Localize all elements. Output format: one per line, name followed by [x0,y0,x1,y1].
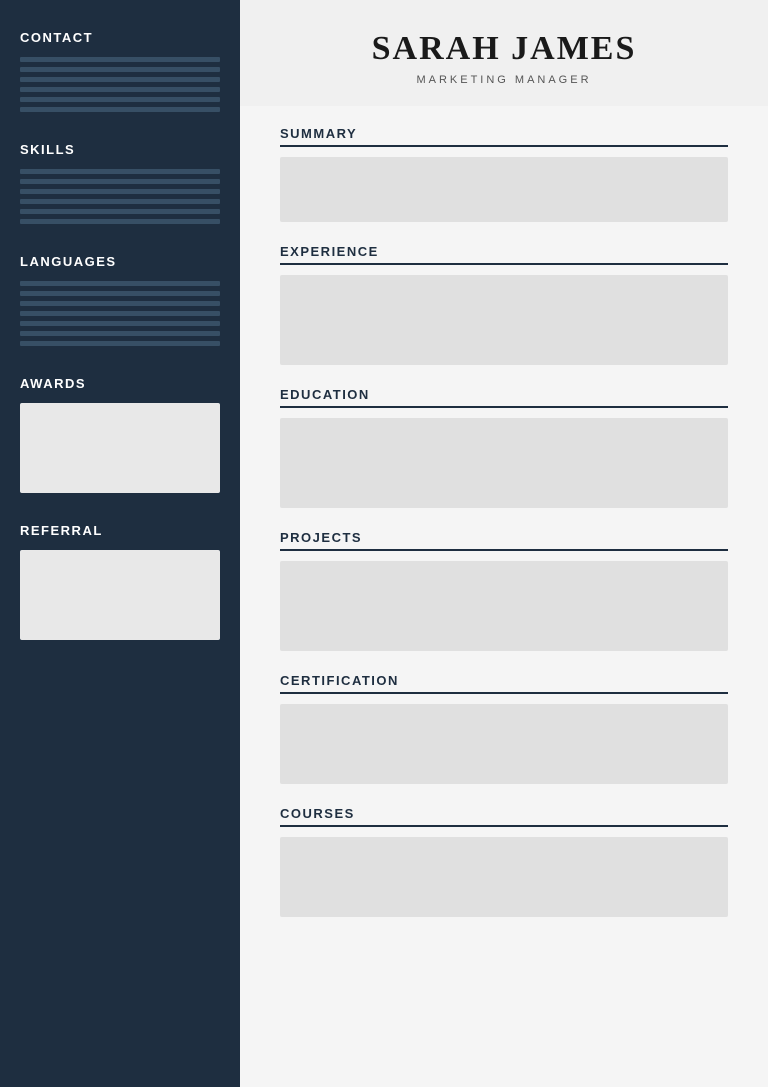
sidebar-section-awards: AWARDS [20,376,220,493]
sidebar-box-awards [20,403,220,493]
sidebar-section-title-awards: AWARDS [20,376,220,391]
section-education: EDUCATION [280,387,728,508]
sidebar-line [20,189,220,194]
sidebar-line [20,301,220,306]
content-box-experience [280,275,728,365]
sidebar-line [20,219,220,224]
sidebar-lines-skills [20,169,220,224]
header: SARAH JAMES MARKETING MANAGER [240,0,768,106]
section-title-courses: COURSES [280,806,728,827]
sidebar-line [20,311,220,316]
sidebar-line [20,169,220,174]
content-box-education [280,418,728,508]
section-summary: SUMMARY [280,126,728,222]
section-courses: COURSES [280,806,728,917]
section-title-education: EDUCATION [280,387,728,408]
main-content-area: SARAH JAMES MARKETING MANAGER SUMMARY EXP… [240,0,768,1087]
sidebar-line [20,179,220,184]
sidebar-lines-languages [20,281,220,346]
sidebar-line [20,341,220,346]
sidebar-section-title-contact: CONTACT [20,30,220,45]
content-box-projects [280,561,728,651]
section-title-experience: EXPERIENCE [280,244,728,265]
sidebar-section-referral: REFERRAL [20,523,220,640]
sidebar-section-title-languages: LANGUAGES [20,254,220,269]
section-title-summary: SUMMARY [280,126,728,147]
content-box-courses [280,837,728,917]
sidebar-line [20,87,220,92]
sidebar-line [20,281,220,286]
sidebar-line [20,107,220,112]
section-title-projects: PROJECTS [280,530,728,551]
sidebar-line [20,291,220,296]
sidebar-line [20,67,220,72]
section-projects: PROJECTS [280,530,728,651]
section-certification: CERTIFICATION [280,673,728,784]
sidebar-line [20,209,220,214]
sidebar-line [20,331,220,336]
section-experience: EXPERIENCE [280,244,728,365]
sections-container: SUMMARY EXPERIENCE EDUCATION PROJECTS CERTIF… [240,106,768,959]
candidate-title: MARKETING MANAGER [280,74,728,86]
candidate-name: SARAH JAMES [280,30,728,68]
sidebar-section-contact: CONTACT [20,30,220,112]
sidebar-line [20,321,220,326]
section-title-certification: CERTIFICATION [280,673,728,694]
sidebar-section-skills: SKILLS [20,142,220,224]
sidebar-line [20,97,220,102]
sidebar-section-title-referral: REFERRAL [20,523,220,538]
sidebar-section-title-skills: SKILLS [20,142,220,157]
content-box-certification [280,704,728,784]
sidebar-section-languages: LANGUAGES [20,254,220,346]
sidebar-line [20,77,220,82]
sidebar-box-referral [20,550,220,640]
sidebar: CONTACT SKILLS LANGUAGES AWARDS REFERRAL [0,0,240,1087]
sidebar-lines-contact [20,57,220,112]
sidebar-line [20,57,220,62]
sidebar-line [20,199,220,204]
content-box-summary [280,157,728,222]
